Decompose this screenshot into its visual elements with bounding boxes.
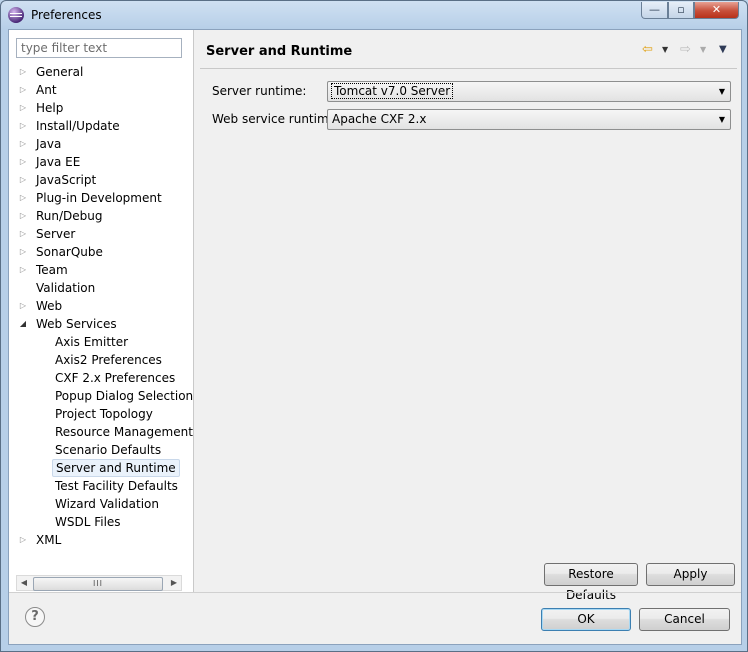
back-history-dropdown-icon[interactable]: ▼ [662, 42, 668, 58]
tree-item-label: XML [36, 533, 62, 547]
page-title: Server and Runtime [206, 44, 353, 59]
tree-item-label: Java [36, 137, 62, 151]
help-icon[interactable]: ? [25, 607, 45, 627]
tree-item-label: SonarQube [36, 245, 103, 259]
minimize-button[interactable]: — [641, 2, 668, 19]
server-runtime-value: Tomcat v7.0 Server [330, 83, 454, 99]
tree-item-label: WSDL Files [55, 515, 121, 529]
forward-history-dropdown-icon[interactable]: ▼ [700, 42, 706, 58]
tree-item-label: Help [36, 101, 64, 115]
tree-item-label: Popup Dialog Selection [55, 389, 194, 403]
chevron-down-icon[interactable]: ▼ [714, 110, 730, 129]
scrollbar-thumb[interactable]: III [33, 577, 163, 591]
preferences-window: Preferences — ▫ ✕ ▷ General ▷ Ant ▷ Help ▷ Inst… [0, 0, 748, 652]
maximize-button[interactable]: ▫ [668, 2, 694, 19]
tree-collapsed-icon[interactable]: ▷ [17, 261, 29, 279]
tree-item-label: CXF 2.x Preferences [55, 371, 176, 385]
tree-collapsed-icon[interactable]: ▷ [17, 117, 29, 135]
tree-collapsed-icon[interactable]: ▷ [17, 297, 29, 315]
tree-item-label: Java EE [36, 155, 81, 169]
web-service-runtime-label: Web service runtime: [212, 112, 341, 126]
tree-item-label: Axis Emitter [55, 335, 129, 349]
tree-item-label: Team [36, 263, 68, 277]
server-runtime-label: Server runtime: [212, 84, 307, 98]
web-service-runtime-select[interactable]: Apache CXF 2.x ▼ [327, 109, 731, 130]
view-menu-icon[interactable]: ▼ [719, 42, 727, 58]
tree-collapsed-icon[interactable]: ▷ [17, 243, 29, 261]
scroll-left-icon[interactable]: ◀ [17, 576, 31, 590]
back-arrow-icon[interactable]: ⇦ [642, 42, 653, 58]
tree-collapsed-icon[interactable]: ▷ [17, 81, 29, 99]
tree-item-label: Web [36, 299, 63, 313]
tree-item-label: Plug-in Development [36, 191, 162, 205]
tree-collapsed-icon[interactable]: ▷ [17, 135, 29, 153]
tree-collapsed-icon[interactable]: ▷ [17, 153, 29, 171]
tree-collapsed-icon[interactable]: ▷ [17, 99, 29, 117]
tree-item-label: Server [36, 227, 76, 241]
tree-collapsed-icon[interactable]: ▷ [17, 63, 29, 81]
dialog-body: ▷ General ▷ Ant ▷ Help ▷ Install/Update ▷ Java ▷ Ja… [8, 29, 742, 645]
web-service-runtime-value: Apache CXF 2.x [332, 112, 427, 126]
tree-item-label: Server and Runtime [52, 459, 180, 477]
footer-separator [9, 592, 741, 593]
navigation-pane: ▷ General ▷ Ant ▷ Help ▷ Install/Update ▷ Java ▷ Ja… [9, 30, 194, 592]
tree-item-label: Scenario Defaults [55, 443, 162, 457]
tree-item-label: Axis2 Preferences [55, 353, 162, 367]
tree-item-label: Wizard Validation [55, 497, 159, 511]
cancel-button[interactable]: Cancel [639, 608, 730, 631]
tree-item-label: JavaScript [36, 173, 97, 187]
scroll-right-icon[interactable]: ▶ [167, 576, 181, 590]
header-separator [200, 68, 737, 69]
tree-collapsed-icon[interactable]: ▷ [17, 171, 29, 189]
chevron-down-icon[interactable]: ▼ [714, 82, 730, 101]
tree-expanded-icon[interactable]: ◢ [17, 315, 29, 333]
restore-defaults-button[interactable]: Restore Defaults [544, 563, 638, 602]
window-title: Preferences [31, 8, 102, 22]
tree-item-label: Run/Debug [36, 209, 103, 223]
tree-collapsed-icon[interactable]: ▷ [17, 189, 29, 207]
server-runtime-select[interactable]: Tomcat v7.0 Server ▼ [327, 81, 731, 102]
tree-item-label: Project Topology [55, 407, 153, 421]
eclipse-logo-icon [8, 7, 24, 23]
tree-item-label: Ant [36, 83, 57, 97]
title-bar[interactable]: Preferences — ▫ ✕ [1, 1, 747, 29]
tree-item-label: Validation [36, 281, 96, 295]
tree-collapsed-icon[interactable]: ▷ [17, 225, 29, 243]
tree-item-label: Web Services [36, 317, 117, 331]
tree-item-label: Test Facility Defaults [55, 479, 178, 493]
tree-item-label: Resource Management [55, 425, 193, 439]
filter-input[interactable] [16, 38, 182, 58]
tree-collapsed-icon[interactable]: ▷ [17, 531, 29, 549]
ok-button[interactable]: OK [541, 608, 631, 631]
close-button[interactable]: ✕ [694, 2, 739, 19]
forward-arrow-icon[interactable]: ⇨ [680, 42, 691, 58]
tree-item-label: General [36, 65, 84, 79]
tree-item-label: Install/Update [36, 119, 120, 133]
tree-collapsed-icon[interactable]: ▷ [17, 207, 29, 225]
apply-button[interactable]: Apply [646, 563, 735, 586]
preference-page: Server and Runtime ⇦ ▼ ⇨ ▼ ▼ Server runt… [194, 30, 741, 602]
horizontal-scrollbar[interactable]: ◀ III ▶ [16, 575, 182, 591]
